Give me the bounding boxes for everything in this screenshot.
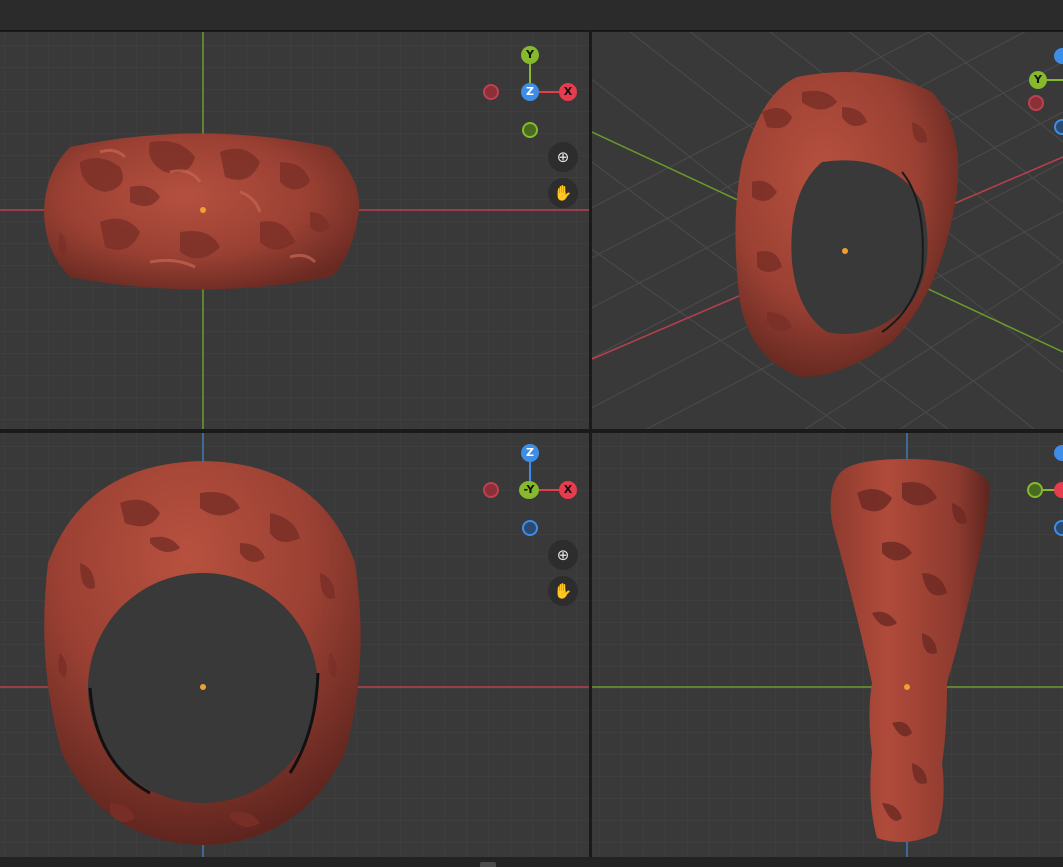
viewport-splitter-horizontal[interactable] [0, 429, 1063, 433]
gizmo-neg-y-axis[interactable] [1027, 482, 1043, 498]
gizmo-neg-y-axis[interactable] [522, 122, 538, 138]
viewport-splitter-vertical[interactable] [589, 30, 592, 857]
viewport-right[interactable] [592, 433, 1063, 857]
status-bar [0, 857, 1063, 867]
gizmo-neg-z-axis[interactable] [522, 520, 538, 536]
gizmo-neg-z-axis[interactable] [1054, 119, 1063, 135]
origin-point [200, 207, 206, 213]
origin-point [904, 684, 910, 690]
viewport-perspective-canvas [592, 32, 1063, 429]
gizmo-neg-x-axis[interactable] [483, 482, 499, 498]
gizmo-neg-z-axis[interactable] [1054, 520, 1063, 536]
hand-pan-icon[interactable]: ✋ [548, 576, 578, 606]
editor-header-bar [0, 0, 1063, 31]
ring-mesh-front [44, 461, 361, 845]
gizmo-y-axis[interactable]: Y [521, 46, 539, 64]
gizmo-neg-x-axis[interactable] [1028, 95, 1044, 111]
gizmo-neg-x-axis[interactable] [483, 84, 499, 100]
navigation-gizmo[interactable]: Y [1024, 44, 1063, 144]
ring-mesh-perspective [735, 72, 959, 377]
hand-pan-icon[interactable]: ✋ [548, 178, 578, 208]
gizmo-z-axis[interactable] [1054, 445, 1063, 461]
viewport-right-canvas [592, 433, 1063, 857]
viewport-perspective[interactable]: Y [592, 32, 1063, 429]
viewport-top[interactable]: Y Z X ⊕ ✋ [0, 32, 589, 429]
gizmo-x-axis[interactable]: X [559, 83, 577, 101]
gizmo-y-axis[interactable]: Y [1029, 71, 1047, 89]
status-bar-handle[interactable] [480, 862, 496, 867]
gizmo-z-axis[interactable]: Z [521, 83, 539, 101]
zoom-in-icon[interactable]: ⊕ [548, 540, 578, 570]
gizmo-x-axis[interactable]: X [559, 481, 577, 499]
gizmo-z-axis[interactable] [1054, 48, 1063, 64]
gizmo-x-axis[interactable] [1054, 482, 1063, 498]
navigation-gizmo[interactable]: Z -Y X [480, 443, 580, 543]
gizmo-z-axis[interactable]: Z [521, 444, 539, 462]
zoom-in-icon[interactable]: ⊕ [548, 142, 578, 172]
viewport-front[interactable]: Z -Y X ⊕ ✋ [0, 433, 589, 857]
origin-point [200, 684, 206, 690]
navigation-gizmo[interactable] [1024, 443, 1063, 543]
navigation-gizmo[interactable]: Y Z X [480, 44, 580, 144]
origin-point [842, 248, 848, 254]
gizmo-neg-y-axis[interactable]: -Y [519, 481, 539, 499]
